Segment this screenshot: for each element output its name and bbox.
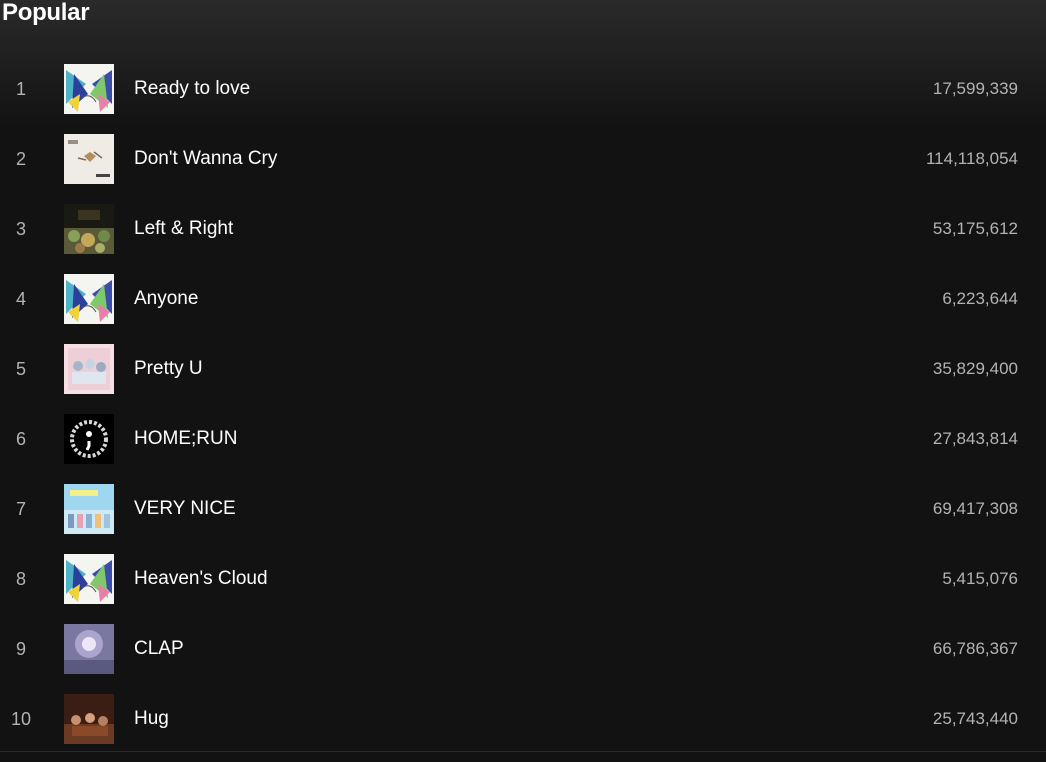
track-title[interactable]: Don't Wanna Cry	[134, 124, 277, 194]
track-title[interactable]: Heaven's Cloud	[134, 544, 268, 614]
track-title[interactable]: HOME;RUN	[134, 404, 237, 474]
play-count: 6,223,644	[942, 289, 1018, 308]
album-cover	[64, 484, 114, 534]
play-count: 69,417,308	[932, 499, 1018, 518]
album-cover	[64, 624, 114, 674]
play-count: 27,843,814	[932, 429, 1018, 448]
album-cover	[64, 344, 114, 394]
track-row[interactable]: 6 HOME;RUN 27,843,814	[0, 404, 1046, 474]
play-count: 35,829,400	[932, 359, 1018, 378]
album-cover	[64, 134, 114, 184]
track-number: 2	[15, 149, 26, 169]
track-row[interactable]: 10 Hug 25,743,440	[0, 684, 1046, 754]
track-number: 6	[15, 429, 26, 449]
album-cover	[64, 414, 114, 464]
track-row[interactable]: 9 CLAP 66,786,367	[0, 614, 1046, 684]
track-title[interactable]: Pretty U	[134, 334, 203, 404]
track-row[interactable]: 3 Left & Right 53,175,612	[0, 194, 1046, 264]
tracklist: 1 Ready to love 17,599,339 2 Don't Wanna…	[0, 54, 1046, 754]
play-count: 53,175,612	[932, 219, 1018, 238]
track-number: 1	[15, 79, 26, 99]
album-cover	[64, 64, 114, 114]
track-row[interactable]: 5 Pretty U 35,829,400	[0, 334, 1046, 404]
album-cover	[64, 694, 114, 744]
play-count: 5,415,076	[942, 569, 1018, 588]
track-title[interactable]: Ready to love	[134, 54, 250, 124]
track-row[interactable]: 4 Anyone 6,223,644	[0, 264, 1046, 334]
track-number: 7	[15, 499, 26, 519]
play-count: 66,786,367	[932, 639, 1018, 658]
track-title[interactable]: VERY NICE	[134, 474, 236, 544]
track-title[interactable]: Anyone	[134, 264, 198, 334]
track-number: 3	[15, 219, 26, 239]
track-row[interactable]: 1 Ready to love 17,599,339	[0, 54, 1046, 124]
track-title[interactable]: Hug	[134, 684, 169, 754]
track-number: 4	[15, 289, 26, 309]
section-title: Popular	[2, 0, 90, 26]
track-number: 8	[15, 569, 26, 589]
divider	[0, 751, 1046, 752]
track-title[interactable]: Left & Right	[134, 194, 233, 264]
track-number: 5	[15, 359, 26, 379]
play-count: 114,118,054	[925, 149, 1018, 168]
album-cover	[64, 554, 114, 604]
play-count: 17,599,339	[932, 79, 1018, 98]
track-row[interactable]: 8 Heaven's Cloud 5,415,076	[0, 544, 1046, 614]
track-number: 9	[15, 639, 26, 659]
track-number: 10	[10, 709, 32, 729]
track-row[interactable]: 2 Don't Wanna Cry 114,118,054	[0, 124, 1046, 194]
track-row[interactable]: 7 VERY NICE 69,417,308	[0, 474, 1046, 544]
track-title[interactable]: CLAP	[134, 614, 184, 684]
album-cover	[64, 204, 114, 254]
play-count: 25,743,440	[932, 709, 1018, 728]
album-cover	[64, 274, 114, 324]
